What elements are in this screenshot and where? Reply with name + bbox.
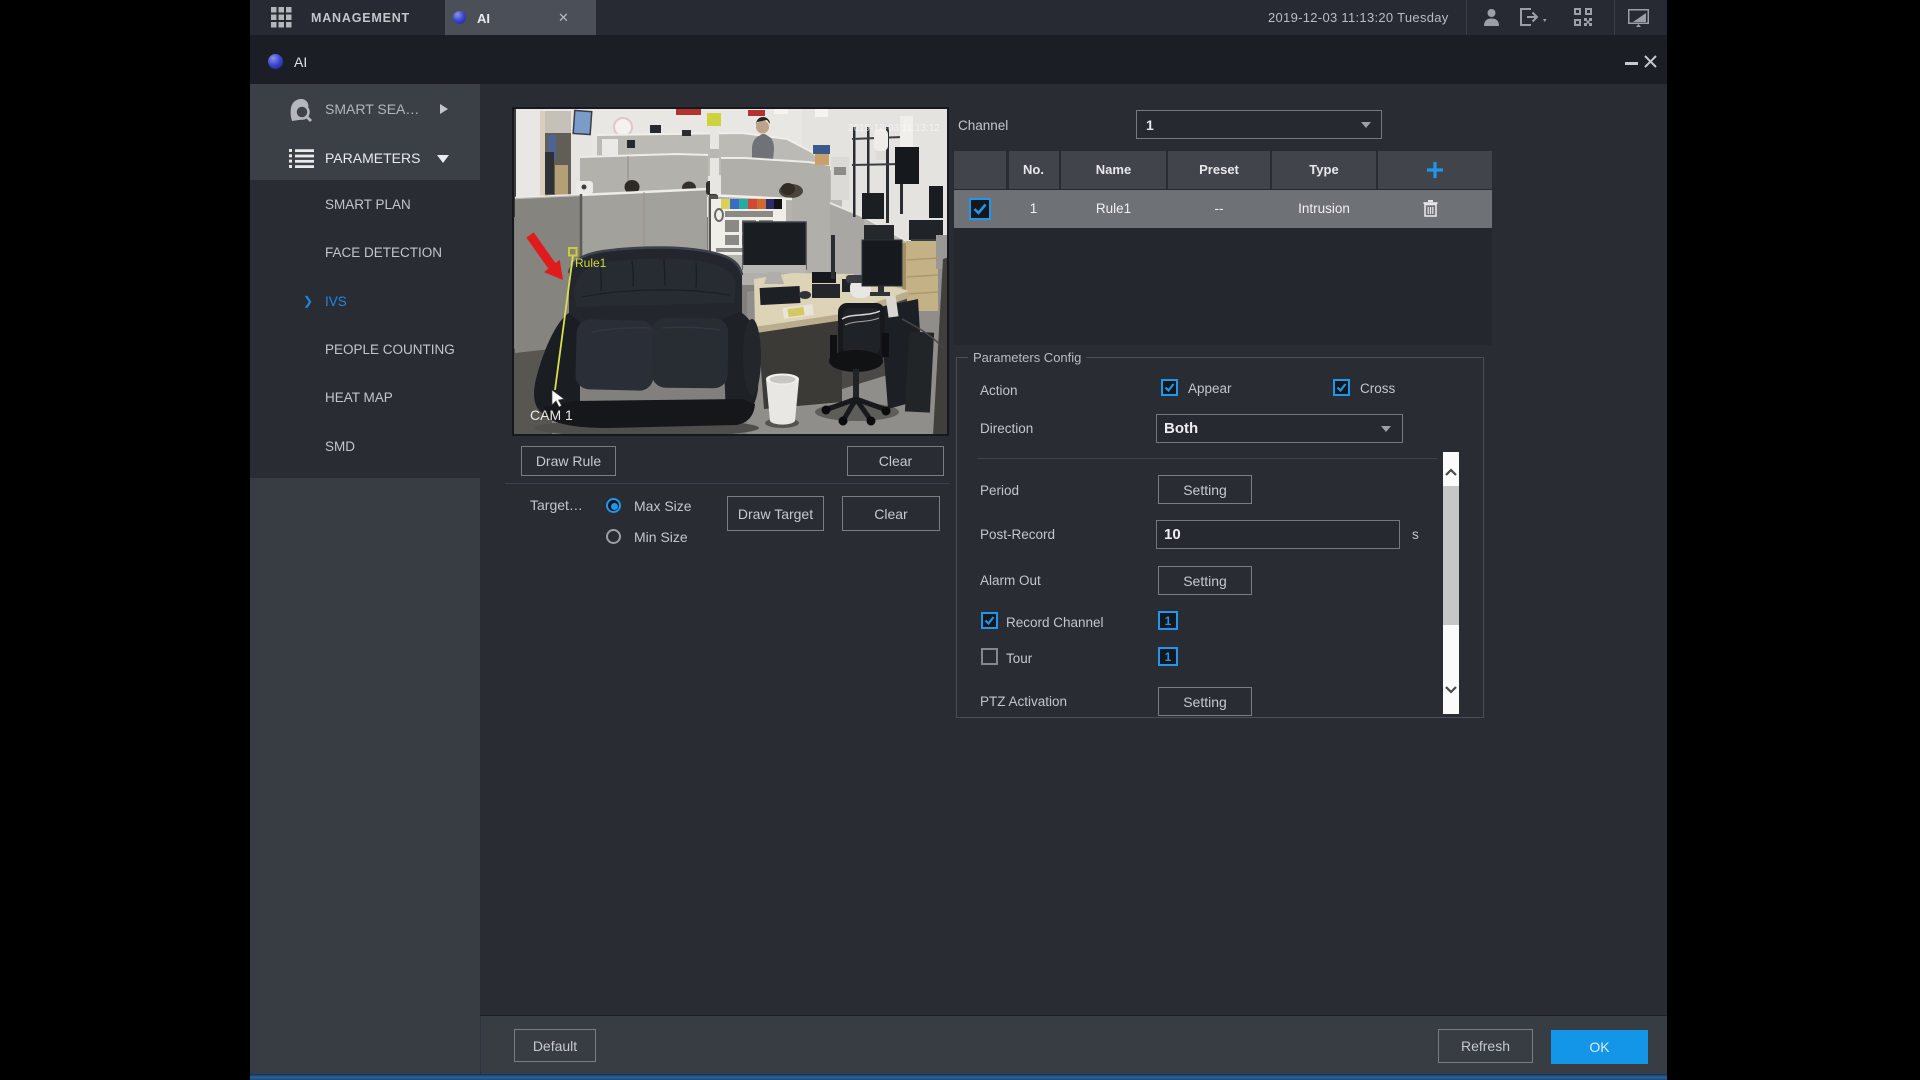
svg-text:2019-12-03 11:13:12: 2019-12-03 11:13:12: [848, 123, 941, 134]
svg-text:CAM 1: CAM 1: [530, 407, 573, 423]
svg-text:Rule1: Rule1: [575, 256, 607, 270]
